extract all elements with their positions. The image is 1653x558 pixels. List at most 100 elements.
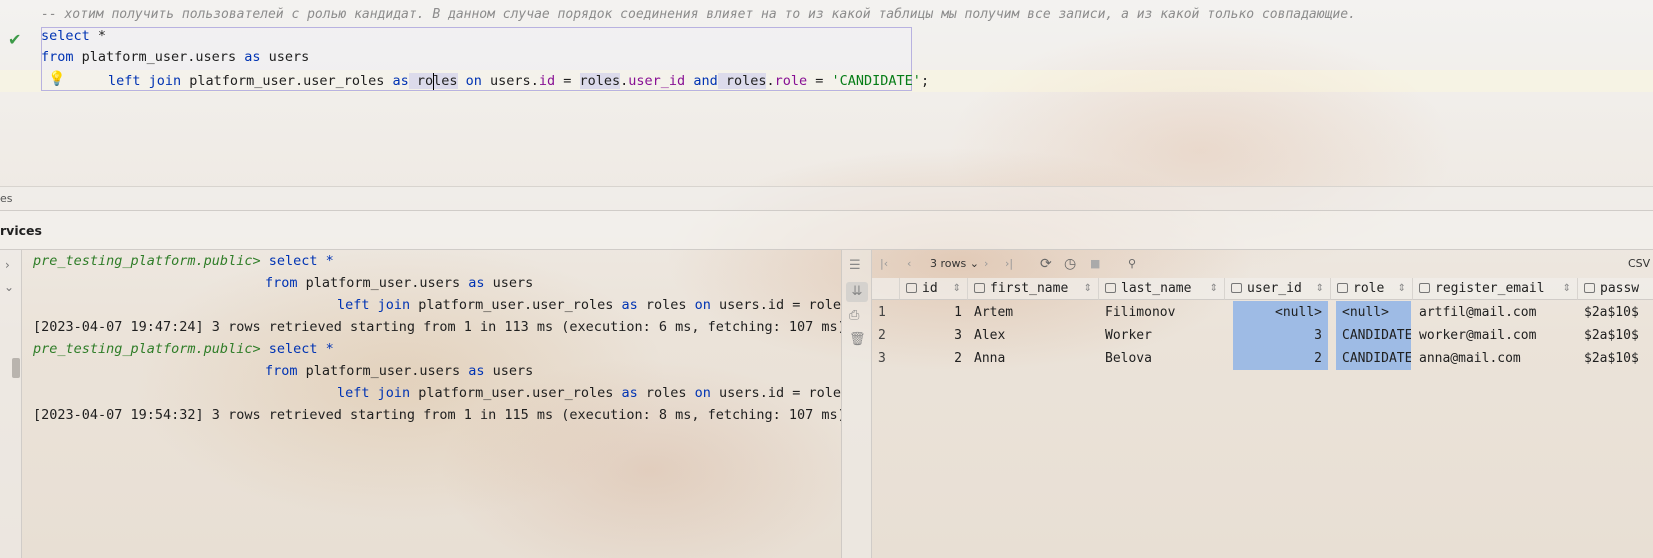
cell-last-name[interactable]: Filimonov — [1099, 301, 1225, 324]
cell-id[interactable]: 1 — [900, 301, 968, 324]
column-header-role[interactable]: role ⇕ — [1331, 278, 1413, 300]
console-line: left join platform_user.user_roles as ro… — [337, 294, 842, 316]
sql-comment: -- хотим получить пользователей с ролью … — [41, 7, 1356, 22]
next-page-icon[interactable]: › — [984, 254, 988, 274]
cell-password[interactable]: $2a$10$ — [1578, 301, 1653, 324]
row-number-header — [872, 278, 900, 300]
sort-icon[interactable]: ⇕ — [953, 278, 961, 299]
select-star: * — [89, 28, 107, 44]
chevron-right-icon[interactable]: › — [5, 258, 10, 272]
column-name: register_email — [1435, 281, 1545, 296]
cell-register-email[interactable]: worker@mail.com — [1413, 324, 1578, 347]
sort-icon[interactable]: ⇕ — [1563, 278, 1571, 299]
sql-line-from[interactable]: from platform_user.users as users — [41, 46, 309, 68]
export-format-label: CSV — [1628, 257, 1651, 270]
from-table: platform_user.users — [73, 49, 245, 65]
cell-user-id[interactable]: 3 — [1233, 324, 1328, 347]
console-log: [2023-04-07 19:54:32] 3 rows retrieved s… — [33, 407, 842, 423]
cell-role[interactable]: <null> — [1336, 301, 1411, 324]
cell-id[interactable]: 3 — [900, 324, 968, 347]
cell-first-name[interactable]: Artem — [968, 301, 1099, 324]
cell-first-name[interactable]: Alex — [968, 324, 1099, 347]
alias-roles-part1: ro — [408, 73, 434, 89]
console-code: from platform_user.users as users — [265, 363, 534, 379]
cell-first-name[interactable]: Anna — [968, 347, 1099, 370]
console-code: left join platform_user.user_roles as ro… — [337, 297, 842, 313]
rows-count-dropdown[interactable]: 3 rows ⌄ — [930, 254, 979, 274]
tree-selection-marker — [12, 358, 20, 378]
sort-icon[interactable]: ⇕ — [1398, 278, 1406, 299]
refresh-icon[interactable]: ⟳ — [1040, 254, 1052, 274]
lightbulb-icon[interactable]: 💡 — [48, 71, 65, 87]
cell-role[interactable]: CANDIDATE — [1336, 347, 1411, 370]
console-prompt: pre_testing_platform.public> — [33, 341, 261, 357]
row-number: 2 — [878, 328, 886, 343]
kw-and: and — [685, 73, 718, 89]
column-name: last_name — [1121, 281, 1192, 296]
print-icon[interactable]: ⎙ — [849, 308, 859, 323]
cell-register-email[interactable]: anna@mail.com — [1413, 347, 1578, 370]
prev-page-icon[interactable]: ‹ — [907, 254, 911, 274]
services-title[interactable]: rvices — [0, 223, 42, 238]
string-literal: 'CANDIDATE' — [831, 73, 921, 89]
sort-icon[interactable]: ⇕ — [1316, 278, 1324, 299]
cell-user-id[interactable]: 2 — [1233, 347, 1328, 370]
download-rows-icon[interactable]: ⇊ — [846, 282, 868, 302]
column-header-user-id[interactable]: user_id ⇕ — [1225, 278, 1331, 300]
console-log: [2023-04-07 19:47:24] 3 rows retrieved s… — [33, 319, 842, 335]
column-name: passw — [1600, 281, 1640, 296]
semicolon: ; — [920, 73, 930, 89]
trash-icon[interactable]: 🗑 — [849, 332, 866, 347]
stop-icon[interactable]: ■ — [1090, 254, 1100, 274]
kw-from: from — [41, 49, 74, 65]
export-format-dropdown[interactable]: CSV — [1628, 254, 1650, 274]
console-line: pre_testing_platform.public> select * — [33, 338, 334, 360]
rows-count-label: 3 rows — [930, 257, 967, 270]
checkmark-icon: ✔ — [8, 30, 22, 49]
kw-select: select — [41, 28, 90, 44]
history-icon[interactable]: ◷ — [1064, 254, 1076, 274]
cell-role[interactable]: CANDIDATE — [1336, 324, 1411, 347]
bottom-tool-strip: es — [0, 186, 1653, 210]
column-header-first-name[interactable]: first_name ⇕ — [968, 278, 1099, 300]
cell-last-name[interactable]: Belova — [1099, 347, 1225, 370]
text-caret — [433, 73, 434, 90]
cell-user-id[interactable]: <null> — [1233, 301, 1328, 324]
column-header-id[interactable]: id ⇕ — [900, 278, 968, 300]
ref-roles-2: roles — [717, 73, 767, 89]
sql-line-select[interactable]: select * — [41, 25, 106, 47]
result-grid[interactable]: id ⇕ first_name ⇕ last_name ⇕ user_id ⇕ role… — [872, 278, 1653, 558]
console-line: left join platform_user.user_roles as ro… — [337, 382, 842, 404]
column-header-password[interactable]: passw — [1578, 278, 1653, 300]
cell-id[interactable]: 2 — [900, 347, 968, 370]
sql-editor[interactable]: ✔ 💡 -- хотим получить пользователей с ро… — [0, 0, 1653, 186]
sort-icon[interactable]: ⇕ — [1210, 278, 1218, 299]
first-page-icon[interactable]: |‹ — [880, 254, 888, 274]
console-code: left join platform_user.user_roles as ro… — [337, 385, 842, 401]
layout-icon[interactable]: ☰ — [849, 258, 861, 273]
console-line: from platform_user.users as users — [265, 272, 533, 294]
sql-line-join[interactable]: left join platform_user.user_roles as ro… — [108, 70, 929, 92]
strip-label[interactable]: es — [0, 192, 13, 205]
sort-icon[interactable]: ⇕ — [1084, 278, 1092, 299]
cell-last-name[interactable]: Worker — [1099, 324, 1225, 347]
kw-as-2: as — [392, 73, 409, 89]
column-header-register-email[interactable]: register_email ⇕ — [1413, 278, 1578, 300]
last-page-icon[interactable]: ›| — [1005, 254, 1013, 274]
query-console-output[interactable]: pre_testing_platform.public> select * fr… — [22, 250, 842, 558]
row-number: 1 — [878, 305, 886, 320]
ref-users: users — [481, 73, 531, 89]
field-role: role — [774, 73, 808, 89]
cell-register-email[interactable]: artfil@mail.com — [1413, 301, 1578, 324]
cell-password[interactable]: $2a$10$ — [1578, 347, 1653, 370]
results-toolbar: |‹ ‹ 3 rows ⌄ › ›| ⟳ ◷ ■ ⚲ CSV — [872, 250, 1653, 278]
console-code: select * — [268, 341, 334, 357]
column-header-last-name[interactable]: last_name ⇕ — [1099, 278, 1225, 300]
dot: . — [530, 73, 539, 89]
chevron-down-icon[interactable]: ⌄ — [4, 280, 14, 294]
kw-on: on — [457, 73, 482, 89]
row-number: 3 — [878, 351, 886, 366]
column-icon — [1419, 283, 1430, 293]
pin-icon[interactable]: ⚲ — [1128, 254, 1136, 274]
cell-password[interactable]: $2a$10$ — [1578, 324, 1653, 347]
